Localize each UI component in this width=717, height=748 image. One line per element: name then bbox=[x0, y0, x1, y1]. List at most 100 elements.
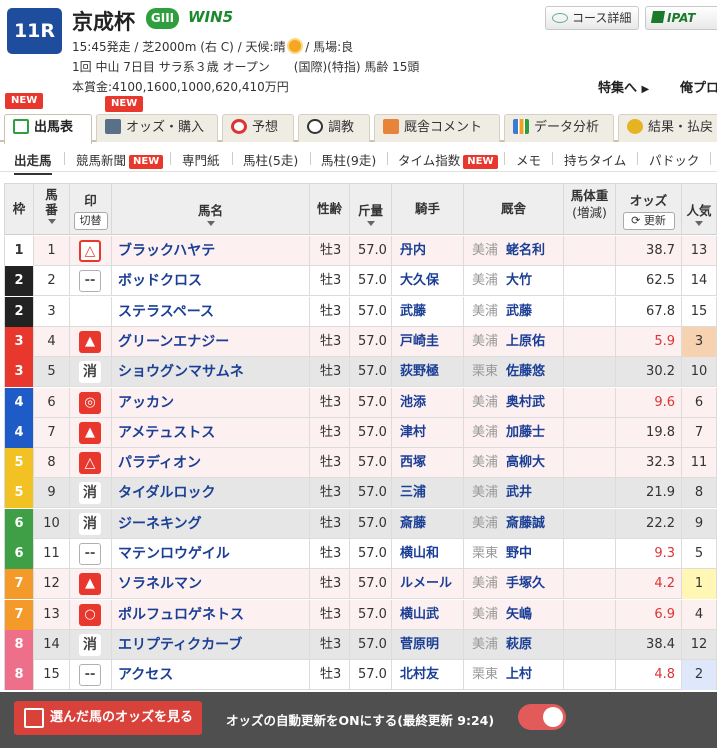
col-ninki[interactable]: 人気 bbox=[682, 183, 717, 235]
tab-kekka[interactable]: 結果・払戻 bbox=[618, 114, 717, 142]
prediction-mark[interactable]: 消 bbox=[79, 512, 101, 535]
course-detail-button[interactable]: コース詳細 bbox=[545, 6, 639, 30]
col-bamei[interactable]: 馬名 bbox=[112, 183, 310, 235]
horse-name-link[interactable]: ソラネルマン bbox=[118, 576, 202, 592]
jockey-link[interactable]: 斎藤 bbox=[400, 516, 426, 531]
horse-name-link[interactable]: グリーンエナジー bbox=[118, 334, 229, 350]
auto-update-toggle[interactable] bbox=[518, 704, 566, 730]
trainer-link[interactable]: 高柳大 bbox=[506, 455, 545, 470]
jockey-link[interactable]: 西塚 bbox=[400, 455, 426, 470]
table-row[interactable]: 1 1 △ ブラックハヤテ 牡3 57.0 丹内 美浦 蛯名利 38.7 13 bbox=[4, 236, 717, 266]
tab-kyusha-comment[interactable]: 厩舎コメント bbox=[374, 114, 500, 142]
table-row[interactable]: 6 10 消 ジーネキング 牡3 57.0 斎藤 美浦 斎藤誠 22.2 9 bbox=[4, 508, 717, 539]
kirikae-button[interactable]: 切替 bbox=[73, 212, 108, 230]
jockey-link[interactable]: 池添 bbox=[400, 395, 426, 410]
table-row[interactable]: 2 2 -- ボッドクロス 牡3 57.0 大久保 美浦 大竹 62.5 14 bbox=[4, 266, 717, 297]
prediction-mark[interactable]: △ bbox=[79, 452, 101, 475]
subnav-paddock[interactable]: パドック bbox=[649, 150, 699, 169]
jockey-link[interactable]: 横山和 bbox=[400, 546, 439, 561]
tab-chokyo[interactable]: 調教 bbox=[298, 114, 370, 142]
jockey-link[interactable]: 荻野極 bbox=[400, 364, 439, 379]
prediction-mark[interactable]: 消 bbox=[79, 633, 101, 656]
trainer-link[interactable]: 野中 bbox=[506, 546, 532, 561]
my-odds-button[interactable]: 選んだ馬のオッズを見る bbox=[14, 701, 202, 735]
prediction-mark[interactable]: ○ bbox=[79, 603, 101, 626]
trainer-link[interactable]: 矢嶋 bbox=[506, 607, 532, 622]
horse-name-link[interactable]: アクセス bbox=[118, 667, 173, 683]
trainer-link[interactable]: 手塚久 bbox=[506, 576, 545, 591]
tab-odds[interactable]: オッズ・購入 bbox=[96, 114, 218, 142]
jockey-link[interactable]: 戸崎圭 bbox=[400, 334, 439, 349]
horse-name-link[interactable]: ポルフュロゲネトス bbox=[118, 607, 244, 623]
jockey-link[interactable]: 丹内 bbox=[400, 243, 426, 258]
horse-name-link[interactable]: ボッドクロス bbox=[118, 273, 202, 289]
horse-name-link[interactable]: アッカン bbox=[118, 395, 174, 411]
prediction-mark[interactable]: ▲ bbox=[79, 421, 101, 444]
trainer-link[interactable]: 萩原 bbox=[506, 637, 532, 652]
jockey-link[interactable]: 横山武 bbox=[400, 607, 439, 622]
table-row[interactable]: 4 6 ◎ アッカン 牡3 57.0 池添 美浦 奥村武 9.6 6 bbox=[4, 387, 717, 418]
jockey-link[interactable]: 武藤 bbox=[400, 304, 426, 319]
horse-name-link[interactable]: エリプティクカーブ bbox=[118, 637, 242, 653]
trainer-link[interactable]: 武井 bbox=[506, 485, 532, 500]
trainer-link[interactable]: 加藤士 bbox=[506, 425, 545, 440]
table-row[interactable]: 5 9 消 タイダルロック 牡3 57.0 三浦 美浦 武井 21.9 8 bbox=[4, 478, 717, 509]
subnav-time-shisu[interactable]: タイム指数 NEW bbox=[398, 150, 498, 169]
prediction-mark[interactable]: 消 bbox=[79, 361, 101, 384]
horse-name-link[interactable]: パラディオン bbox=[118, 455, 201, 471]
trainer-link[interactable]: 武藤 bbox=[506, 304, 532, 319]
prediction-mark[interactable]: ▲ bbox=[79, 573, 101, 596]
table-row[interactable]: 2 3 ステラスペース 牡3 57.0 武藤 美浦 武藤 67.8 15 bbox=[4, 296, 717, 327]
horse-name-link[interactable]: ブラックハヤテ bbox=[118, 243, 215, 259]
table-row[interactable]: 4 7 ▲ アメテュストス 牡3 57.0 津村 美浦 加藤士 19.8 7 bbox=[4, 417, 717, 448]
odds-refresh-button[interactable]: ⟳ 更新 bbox=[622, 212, 675, 230]
trainer-link[interactable]: 大竹 bbox=[506, 273, 532, 288]
table-row[interactable]: 7 13 ○ ポルフュロゲネトス 牡3 57.0 横山武 美浦 矢嶋 6.9 4 bbox=[4, 599, 717, 630]
trainer-link[interactable]: 上村 bbox=[506, 667, 532, 682]
ipat-button[interactable]: IPAT bbox=[645, 6, 717, 30]
horse-name-link[interactable]: マテンロウゲイル bbox=[118, 546, 230, 562]
jockey-link[interactable]: 菅原明 bbox=[400, 637, 439, 652]
trainer-link[interactable]: 斎藤誠 bbox=[506, 516, 545, 531]
jockey-link[interactable]: 大久保 bbox=[400, 273, 439, 288]
horse-name-link[interactable]: ショウグンマサムネ bbox=[118, 364, 244, 380]
horse-name-link[interactable]: アメテュストス bbox=[118, 425, 215, 441]
subnav-keiba-shinbun[interactable]: 競馬新聞 NEW bbox=[76, 150, 164, 169]
subnav-bachu9[interactable]: 馬柱(9走) bbox=[321, 150, 376, 169]
trainer-link[interactable]: 上原佑 bbox=[506, 334, 545, 349]
subnav-mochitime[interactable]: 持ちタイム bbox=[564, 150, 626, 169]
table-row[interactable]: 3 5 消 ショウグンマサムネ 牡3 57.0 荻野極 栗東 佐藤悠 30.2 10 bbox=[4, 357, 717, 388]
table-row[interactable]: 6 11 -- マテンロウゲイル 牡3 57.0 横山和 栗東 野中 9.3 5 bbox=[4, 539, 717, 569]
tokushu-link[interactable]: 特集へ ▶ bbox=[598, 77, 649, 96]
jockey-link[interactable]: 津村 bbox=[400, 425, 426, 440]
prediction-mark[interactable]: -- bbox=[79, 543, 101, 565]
subnav-shutsuba[interactable]: 出走馬 bbox=[14, 150, 52, 175]
subnav-memo[interactable]: メモ bbox=[516, 150, 541, 169]
horse-name-link[interactable]: タイダルロック bbox=[118, 485, 215, 501]
table-row[interactable]: 8 15 -- アクセス 牡3 57.0 北村友 栗東 上村 4.8 2 bbox=[4, 660, 717, 691]
col-kinryo[interactable]: 斤量 bbox=[350, 183, 392, 235]
horse-name-link[interactable]: ステラスペース bbox=[118, 304, 214, 320]
tab-shutsubahyo[interactable]: 出馬表 bbox=[4, 114, 92, 144]
table-row[interactable]: 8 14 消 エリプティクカーブ 牡3 57.0 菅原明 美浦 萩原 38.4 12 bbox=[4, 629, 717, 660]
tab-yoso[interactable]: 予想 bbox=[222, 114, 294, 142]
prediction-mark[interactable]: ◎ bbox=[79, 391, 101, 414]
prediction-mark[interactable]: ▲ bbox=[79, 330, 101, 353]
prediction-mark[interactable]: 消 bbox=[79, 482, 101, 505]
table-row[interactable]: 3 4 ▲ グリーンエナジー 牡3 57.0 戸崎圭 美浦 上原佑 5.9 3 bbox=[4, 326, 717, 357]
ore-pro-link[interactable]: 俺プロ bbox=[680, 77, 717, 96]
tab-data[interactable]: データ分析 bbox=[504, 114, 614, 142]
jockey-link[interactable]: 三浦 bbox=[400, 485, 426, 500]
jockey-link[interactable]: 北村友 bbox=[400, 667, 439, 682]
col-umaban[interactable]: 馬番 bbox=[34, 183, 70, 235]
table-row[interactable]: 7 12 ▲ ソラネルマン 牡3 57.0 ルメール 美浦 手塚久 4.2 1 bbox=[4, 569, 717, 600]
prediction-mark[interactable]: -- bbox=[79, 270, 101, 293]
horse-name-link[interactable]: ジーネキング bbox=[118, 516, 202, 532]
prediction-mark[interactable]: △ bbox=[79, 240, 101, 262]
trainer-link[interactable]: 蛯名利 bbox=[506, 243, 545, 258]
prediction-mark[interactable]: -- bbox=[79, 664, 101, 687]
trainer-link[interactable]: 佐藤悠 bbox=[506, 364, 545, 379]
subnav-senmonshi[interactable]: 専門紙 bbox=[182, 150, 220, 169]
jockey-link[interactable]: ルメール bbox=[400, 576, 452, 591]
table-row[interactable]: 5 8 △ パラディオン 牡3 57.0 西塚 美浦 高柳大 32.3 11 bbox=[4, 448, 717, 479]
